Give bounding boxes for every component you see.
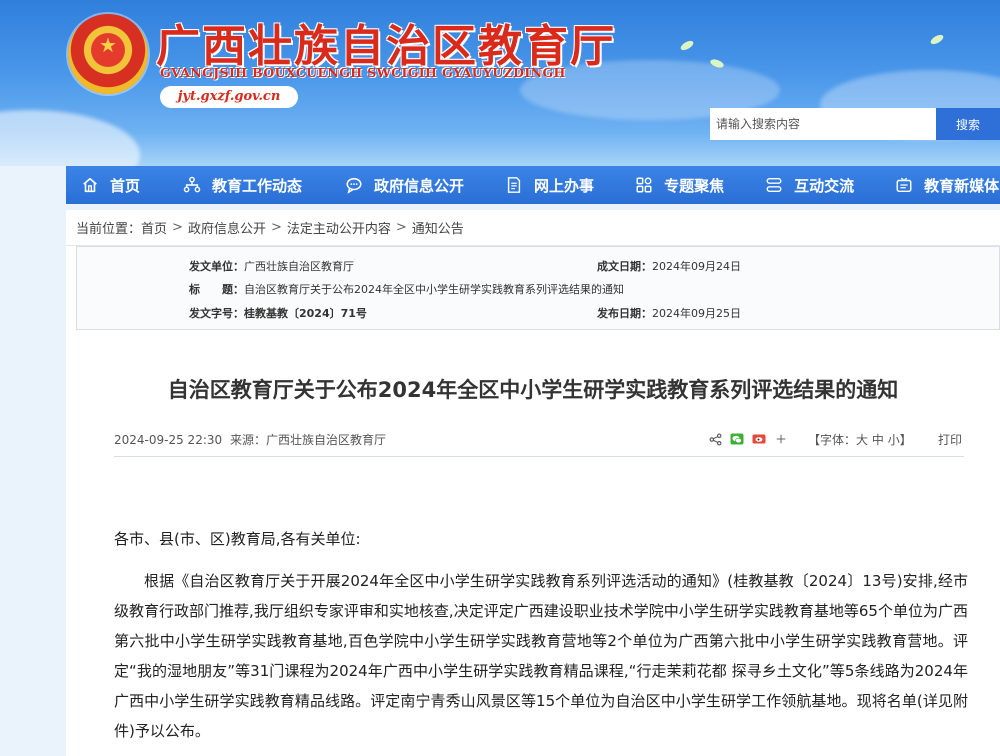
- meta-title-value: 自治区教育厅关于公布2024年全区中小学生研学实践教育系列评选结果的通知: [244, 283, 624, 296]
- share-icon[interactable]: [708, 432, 722, 446]
- weibo-icon[interactable]: [752, 432, 766, 446]
- nav-item-label: 专题聚焦: [664, 176, 725, 195]
- national-emblem-icon[interactable]: ★: [68, 14, 148, 94]
- main-nav: 首页 教育工作动态 政府信息公开 网上办事 专题聚焦 互动交流 教育新媒体: [66, 166, 1000, 204]
- meta-title: 标 题：自治区教育厅关于公布2024年全区中小学生研学实践教育系列评选结果的通知: [189, 280, 624, 300]
- chat-bubble-icon: [344, 175, 364, 195]
- meta-issuer-value: 广西壮族自治区教育厅: [244, 260, 354, 273]
- breadcrumb-prefix: 当前位置：: [76, 222, 142, 237]
- network-icon: [182, 175, 202, 195]
- nav-item-label: 教育工作动态: [212, 176, 303, 195]
- breadcrumb-separator: >: [172, 220, 183, 235]
- meta-publish-value: 2024年09月25日: [652, 307, 741, 320]
- nav-item-label: 政府信息公开: [374, 176, 465, 195]
- breadcrumb-separator: >: [270, 220, 282, 235]
- share-tools: [708, 432, 788, 446]
- meta-date-label: 成文日期：: [597, 260, 652, 273]
- document-edit-icon: [504, 175, 524, 195]
- plus-icon[interactable]: [774, 432, 788, 446]
- meta-issuer-label: 发文单位：: [189, 260, 244, 273]
- grid-icon: [634, 175, 654, 195]
- meta-doc-no: 发文字号：桂教基教〔2024〕71号: [189, 304, 367, 324]
- nav-item-label: 网上办事: [534, 176, 595, 195]
- meta-publish-date: 发布日期：2024年09月25日: [597, 304, 741, 324]
- meta-date-value: 2024年09月24日: [652, 260, 741, 273]
- font-label-close: 】: [899, 433, 912, 447]
- nav-item-gov-info[interactable]: 政府信息公开: [344, 166, 464, 204]
- meta-date: 成文日期：2024年09月24日: [597, 257, 741, 277]
- media-icon: [894, 175, 914, 195]
- meta-doc-no-label: 发文字号：: [189, 307, 244, 320]
- breadcrumb-link-notices[interactable]: 通知公告: [412, 218, 464, 237]
- nav-item-topics[interactable]: 专题聚焦: [634, 166, 724, 204]
- nav-item-home[interactable]: 首页: [80, 166, 140, 204]
- header-banner: ★ 广西壮族自治区教育厅 GVANGJSIH BOUXCUENGH SWCIGI…: [0, 0, 1000, 166]
- font-large-button[interactable]: 大: [856, 433, 868, 447]
- font-medium-button[interactable]: 中: [872, 433, 884, 447]
- source-label: 来源：: [230, 433, 267, 447]
- meta-publish-label: 发布日期：: [597, 307, 652, 320]
- breadcrumb-separator: >: [395, 220, 407, 235]
- article-container: 发文单位：广西壮族自治区教育厅 成文日期：2024年09月24日 标 题：自治区…: [66, 246, 1000, 756]
- site-title-pinyin: GVANGJSIH BOUXCUENGH SWCIGIH GYAUYUZDING…: [160, 65, 566, 80]
- home-icon: [80, 175, 100, 195]
- search-button[interactable]: 搜索: [936, 108, 1000, 140]
- meta-doc-no-value: 桂教基教〔2024〕71号: [244, 307, 367, 320]
- nav-item-interaction[interactable]: 互动交流: [764, 166, 854, 204]
- exchange-icon: [764, 175, 784, 195]
- search-input[interactable]: [710, 108, 936, 140]
- nav-item-label: 互动交流: [794, 176, 855, 195]
- article-title: 自治区教育厅关于公布2024年全区中小学生研学实践教育系列评选结果的通知: [167, 378, 899, 402]
- divider: [114, 456, 964, 457]
- article-paragraph: 根据《自治区教育厅关于开展2024年全区中小学生研学实践教育系列评选活动的通知》…: [114, 572, 968, 740]
- breadcrumb: 当前位置： 首页 > 政府信息公开 > 法定主动公开内容 > 通知公告: [66, 210, 1000, 246]
- font-size-control: 【字体：大 中 小】: [808, 430, 912, 450]
- font-label-open: 【字体：: [808, 433, 857, 447]
- meta-title-label: 标 题：: [189, 283, 244, 296]
- breadcrumb-link-statutory[interactable]: 法定主动公开内容: [287, 218, 391, 237]
- nav-item-label: 首页: [110, 176, 141, 195]
- document-meta-table: 发文单位：广西壮族自治区教育厅 成文日期：2024年09月24日 标 题：自治区…: [76, 246, 1000, 330]
- print-button[interactable]: 打印: [938, 430, 962, 450]
- article-datetime: 2024-09-25 22:30: [114, 433, 223, 447]
- source-value: 广西壮族自治区教育厅: [266, 433, 387, 447]
- wechat-icon[interactable]: [730, 432, 744, 446]
- site-domain-badge: jyt.gxzf.gov.cn: [160, 86, 298, 108]
- meta-issuer: 发文单位：广西壮族自治区教育厅: [189, 257, 354, 277]
- article-info-bar: 2024-09-25 22:30 来源： 广西壮族自治区教育厅 【字体：大 中 …: [114, 430, 964, 450]
- nav-item-label: 教育新媒体: [924, 176, 1000, 195]
- nav-item-online-service[interactable]: 网上办事: [504, 166, 594, 204]
- search-box: 搜索: [710, 108, 1000, 140]
- nav-item-new-media[interactable]: 教育新媒体: [894, 166, 999, 204]
- font-small-button[interactable]: 小: [888, 433, 900, 447]
- nav-item-education-news[interactable]: 教育工作动态: [182, 166, 302, 204]
- breadcrumb-link-gov-info[interactable]: 政府信息公开: [188, 218, 266, 237]
- article-salutation: 各市、县(市、区)教育局,各有关单位:: [114, 530, 361, 548]
- breadcrumb-link-home[interactable]: 首页: [141, 218, 167, 237]
